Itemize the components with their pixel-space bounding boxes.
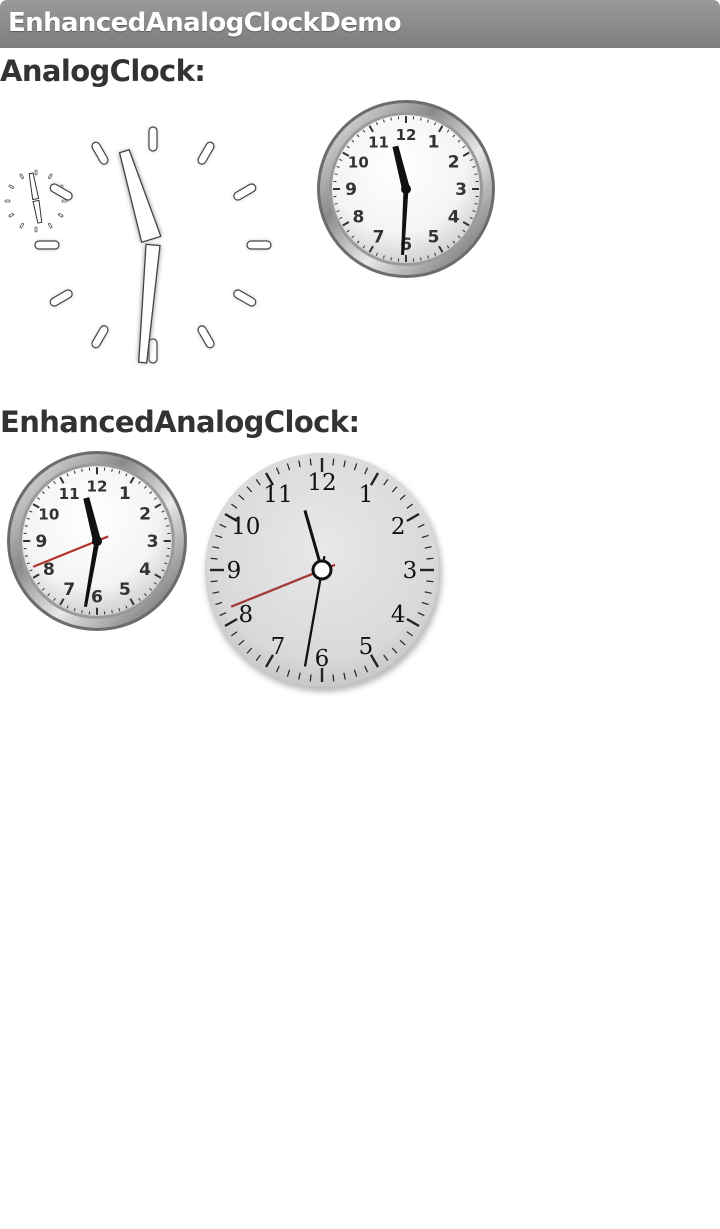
plain-clock-number: 2 bbox=[391, 514, 406, 540]
plain-clock-number: 4 bbox=[391, 602, 406, 628]
chrome-clock-number: 12 bbox=[396, 126, 417, 144]
plain-clock-number: 3 bbox=[403, 558, 418, 584]
chrome-clock-number: 4 bbox=[448, 208, 460, 228]
plain-clock-number: 5 bbox=[359, 634, 374, 660]
chrome-clock-number: 2 bbox=[139, 504, 151, 524]
chrome-clock-number: 11 bbox=[59, 485, 80, 503]
chrome-clock-number: 7 bbox=[373, 228, 385, 248]
chrome-clock-number: 12 bbox=[86, 477, 107, 495]
chrome-clock-number: 1 bbox=[428, 132, 440, 152]
chrome-clock-number: 3 bbox=[147, 532, 159, 552]
chrome-clock-number: 9 bbox=[345, 180, 357, 200]
analog-clock-label: AnalogClock: bbox=[0, 54, 206, 88]
chrome-analog-clock: 12 1234567891011 bbox=[317, 100, 495, 278]
chrome-clock-number: 2 bbox=[448, 153, 460, 173]
large-clock-minute-hand bbox=[118, 149, 162, 244]
plain-clock-number: 12 bbox=[307, 470, 336, 496]
chrome-clock-number: 5 bbox=[119, 580, 131, 600]
plain-clock-number: 1 bbox=[359, 482, 374, 508]
chrome-clock-number: 1 bbox=[119, 484, 131, 504]
plain-clock-number: 10 bbox=[231, 514, 260, 540]
chrome-clock-number: 10 bbox=[38, 505, 59, 523]
chrome-clock-number: 11 bbox=[368, 133, 389, 151]
chrome-clock-number: 10 bbox=[348, 154, 369, 172]
enhanced-analog-clock-label: EnhancedAnalogClock: bbox=[0, 405, 360, 439]
large-outline-analog-clock bbox=[34, 126, 272, 364]
chrome-clock-number: 8 bbox=[352, 208, 364, 228]
plain-clock-number: 8 bbox=[238, 602, 253, 628]
enhanced-chrome-clock: 12 1234567891011 bbox=[7, 451, 187, 631]
chrome-clock-number: 6 bbox=[91, 588, 103, 608]
enhanced-plain-clock: 12 12 3 45 6 78 9 1011 bbox=[205, 453, 442, 692]
chrome-clock-number: 3 bbox=[455, 180, 467, 200]
chrome-clock-number: 5 bbox=[428, 228, 440, 248]
chrome-clock-number: 4 bbox=[139, 560, 151, 580]
plain-clock-number: 11 bbox=[263, 482, 292, 508]
plain-clock-number: 6 bbox=[315, 646, 330, 672]
plain-clock-number: 9 bbox=[227, 558, 242, 584]
action-bar: EnhancedAnalogClockDemo bbox=[0, 0, 720, 48]
chrome-clock-number: 7 bbox=[63, 580, 75, 600]
app-title: EnhancedAnalogClockDemo bbox=[8, 8, 402, 38]
plain-clock-number: 7 bbox=[271, 634, 286, 660]
chrome-clock-number: 9 bbox=[35, 532, 47, 552]
